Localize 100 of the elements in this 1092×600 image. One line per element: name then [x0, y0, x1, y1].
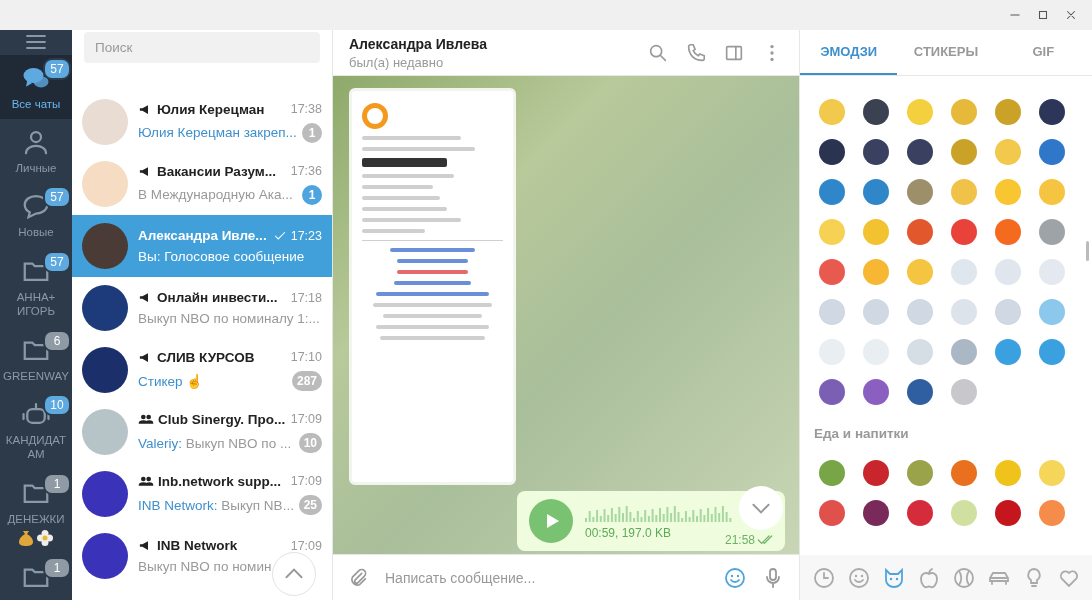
clock-icon	[811, 565, 836, 590]
message-preview: В Международную Ака...	[138, 187, 294, 202]
category-button[interactable]	[811, 565, 836, 590]
message-preview: Выкуп NBO по номин	[138, 559, 273, 574]
folder-tab[interactable]: 57 АННА+ ИГОРЬ	[0, 247, 72, 327]
chat-list-item[interactable]: Club Sinergy. Про... 17:09 Valeriy: Выкуп NBO по ... 10	[72, 401, 332, 463]
panel-tab[interactable]: СТИКЕРЫ	[897, 30, 995, 75]
emoji-icon[interactable]	[862, 98, 890, 126]
scroll-up-button[interactable]	[272, 552, 316, 596]
avatar-photo	[82, 533, 128, 579]
panel-tab[interactable]: GIF	[994, 30, 1092, 75]
unread-badge: 57	[43, 186, 71, 209]
folder-tab[interactable]: 10 КАНДИДАТ АМ	[0, 390, 72, 470]
unread-badge: 6	[43, 329, 71, 352]
emoji-icon[interactable]	[862, 499, 890, 527]
money-bag-icon	[19, 530, 33, 546]
message-preview: Стикер ☝	[138, 372, 205, 389]
folder-label: GREENWAY	[3, 368, 69, 383]
folder-label: КАНДИДАТ АМ	[4, 432, 68, 462]
chat-list-item[interactable]: Юлия Керецман 17:38 Юлия Керецман закреп... 1	[72, 91, 332, 153]
message-time: 21:58	[724, 533, 755, 547]
chat-name: Вакансии Разум...	[157, 163, 277, 179]
ball-icon	[951, 565, 976, 590]
message-preview: Вы: Голосовое сообщение	[138, 249, 306, 264]
flower-icon	[37, 530, 53, 546]
unread-badge: 25	[298, 495, 322, 515]
receipt-photo[interactable]	[349, 88, 516, 485]
emoji-icon[interactable]	[1038, 98, 1066, 126]
panel-tab[interactable]: ЭМОДЗИ	[800, 30, 898, 75]
message-preview: Valeriy: Выкуп NBO по ...	[138, 435, 293, 451]
unread-badge: 1	[302, 184, 322, 205]
chat-name: Онлайн инвести...	[157, 290, 279, 305]
chat-name: Александра Ивле...	[138, 228, 268, 243]
avatar-photo	[82, 161, 128, 207]
message-preview: Юлия Керецман закреп...	[138, 125, 298, 140]
folder-tab[interactable]: 57 Новые	[0, 183, 72, 248]
unread-badge: 10	[43, 393, 71, 416]
chat-list-item[interactable]: Онлайн инвести... 17:18 Выкуп NBO по номиналу 1:...	[72, 277, 332, 339]
chat-list-item[interactable]: INB Network 17:09 Выкуп NBO по номин	[72, 525, 332, 587]
chat-list-item[interactable]: Inb.network supp... 17:09 INB Network: Выкуп NB... 25	[72, 463, 332, 525]
message-time: 17:18	[290, 290, 322, 305]
unread-badge: 287	[291, 370, 322, 391]
message-preview: Выкуп NBO по номиналу 1:...	[138, 311, 321, 326]
chat-title: Александра Ивлева	[349, 35, 488, 52]
chat-name: Inb.network supp...	[158, 473, 282, 489]
avatar-photo	[82, 347, 128, 393]
section-heading: Еда и напитки	[813, 425, 910, 443]
emoji-icon[interactable]	[862, 138, 890, 166]
emoji-icon[interactable]	[994, 499, 1022, 527]
message-time: 17:09	[290, 538, 322, 553]
unread-badge: 57	[43, 250, 71, 273]
unread-badge: 1	[43, 557, 71, 579]
folder-tab[interactable]: 6 GREENWAY	[0, 326, 72, 391]
avatar-photo	[82, 285, 128, 331]
maximize-icon[interactable]	[1036, 8, 1050, 22]
chat-name: Club Sinergy. Про...	[158, 411, 287, 427]
message-preview: INB Network: Выкуп NB...	[138, 497, 295, 513]
message-time: 17:23	[290, 228, 322, 243]
avatar-photo	[82, 223, 128, 269]
folder-label: Личные	[15, 161, 57, 176]
voice-duration-size: 00:59, 197.0 KB	[585, 526, 672, 540]
chat-name: Юлия Керецман	[157, 101, 266, 117]
unread-badge: 1	[302, 122, 322, 143]
emoji-icon[interactable]	[906, 378, 934, 406]
chat-list-item[interactable]: СЛИВ КУРСОВ 17:10 Стикер ☝ 287	[72, 339, 332, 401]
folder-tab[interactable]: 1 ДЕНЕЖКИ	[0, 469, 72, 554]
chat-list-item[interactable]: Вакансии Разум... 17:36 В Международную Ака... 1	[72, 153, 332, 215]
emoji-icon[interactable]	[906, 138, 934, 166]
chat-name: INB Network	[157, 538, 239, 553]
message-time: 17:09	[290, 474, 322, 488]
unread-badge: 10	[298, 433, 322, 453]
message-time: 17:38	[290, 102, 322, 116]
category-button[interactable]	[846, 565, 871, 590]
avatar-photo	[82, 409, 128, 455]
smiley-icon[interactable]	[723, 565, 747, 590]
chat-list-item[interactable]: Александра Ивле... 17:23 Вы: Голосовое сообщение	[72, 215, 332, 277]
folder-label: Все чаты	[11, 96, 61, 111]
chat-name: СЛИВ КУРСОВ	[157, 349, 256, 365]
last-seen-status: был(а) недавно	[349, 54, 445, 70]
smiley-icon	[846, 565, 871, 590]
folder-label: ДЕНЕЖКИ	[7, 511, 65, 526]
phone-icon[interactable]	[685, 41, 707, 64]
folder-tab[interactable]: 57 Все чаты	[0, 54, 72, 119]
folder-label: АННА+ ИГОРЬ	[15, 289, 57, 319]
message-input[interactable]: Написать сообщение...	[383, 568, 709, 587]
avatar-photo	[82, 99, 128, 145]
message-time: 17:36	[290, 164, 322, 178]
close-icon[interactable]	[1064, 8, 1078, 22]
unread-badge: 57	[43, 57, 71, 80]
search-field[interactable]: Поиск	[84, 32, 320, 63]
play-button[interactable]	[529, 499, 573, 543]
message-time: 17:10	[290, 350, 322, 364]
emoji-icon[interactable]	[818, 138, 846, 166]
folder-tab[interactable]: Личные	[0, 119, 72, 184]
message-time: 17:09	[290, 412, 322, 426]
emoji-icon[interactable]	[862, 459, 890, 487]
unread-badge: 1	[43, 472, 71, 495]
folder-label: Новые	[18, 225, 54, 240]
folder-tab[interactable]: 1	[0, 554, 72, 600]
category-button[interactable]	[951, 565, 976, 590]
